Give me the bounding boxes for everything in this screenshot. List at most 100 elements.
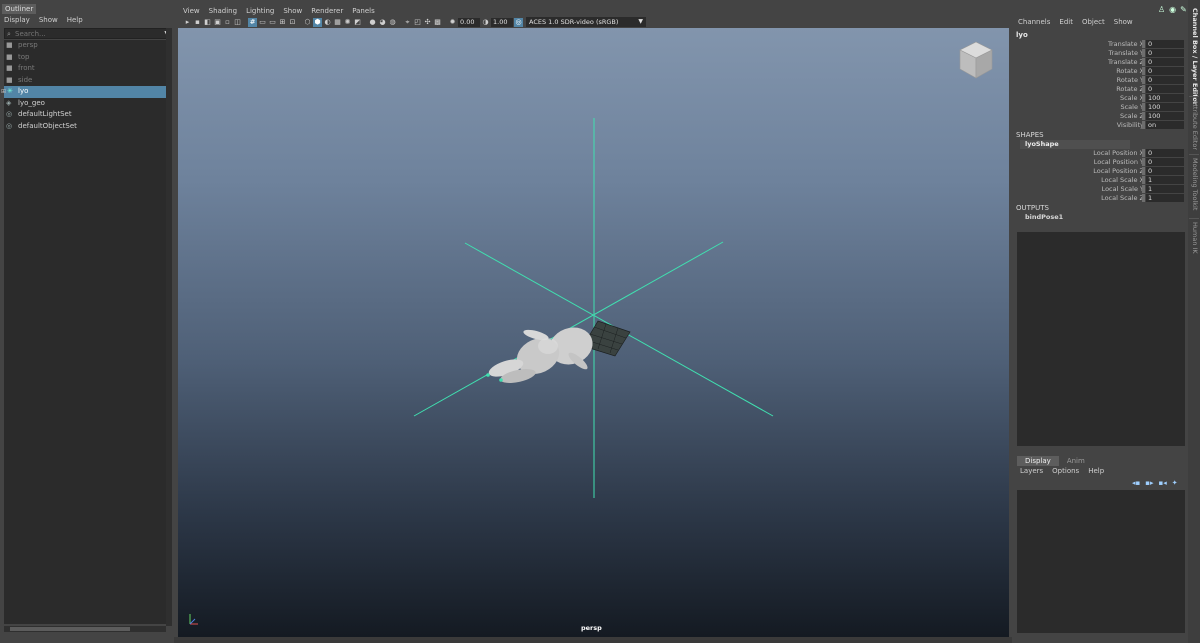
shape-node-name[interactable]: lyoShape	[1020, 140, 1130, 149]
new-layer-selected-icon[interactable]: ✦	[1172, 479, 1178, 487]
outliner-item-defaultlightset[interactable]: ◎ defaultLightSet	[4, 109, 166, 121]
attr-visibility[interactable]: Visibility on	[1012, 121, 1188, 130]
motion-blur-icon[interactable]: ◕	[378, 18, 387, 27]
attr-value[interactable]: 1	[1146, 194, 1184, 202]
tab-outliner[interactable]: Outliner	[2, 4, 36, 14]
film-gate-icon[interactable]: ▫	[223, 18, 232, 27]
exposure-icon[interactable]: ✹	[448, 18, 457, 27]
outliner-item-defaultobjectset[interactable]: ◎ defaultObjectSet	[4, 121, 166, 133]
safe-action-icon[interactable]: ▭	[258, 18, 267, 27]
move-layer-down-icon[interactable]: ▪▸	[1145, 479, 1153, 487]
attr-value[interactable]: 1	[1146, 185, 1184, 193]
attr-local-position-y[interactable]: Local Position Y0	[1012, 158, 1188, 167]
outliner-item-lyo[interactable]: ⊞ ✳ lyo	[1, 86, 166, 98]
attr-value[interactable]: 0	[1146, 149, 1184, 157]
camera-attributes-icon[interactable]: ▪	[193, 18, 202, 27]
menu-show[interactable]: Show	[283, 7, 302, 15]
color-management-icon[interactable]: ◎	[514, 17, 523, 27]
attr-value[interactable]: 0	[1146, 49, 1184, 57]
attr-value[interactable]: 100	[1146, 94, 1184, 102]
isolate-select-icon[interactable]: ⌖	[403, 18, 412, 27]
tab-human-ik[interactable]: Human IK	[1189, 222, 1199, 254]
menu-channels[interactable]: Channels	[1018, 18, 1050, 26]
edit-icon[interactable]: ✎	[1180, 5, 1187, 14]
attr-rotate-z[interactable]: Rotate Z0	[1012, 85, 1188, 94]
menu-lighting[interactable]: Lighting	[246, 7, 274, 15]
ambient-occlusion-icon[interactable]: ●	[368, 18, 377, 27]
attr-local-position-z[interactable]: Local Position Z0	[1012, 167, 1188, 176]
scrollbar-thumb[interactable]	[10, 627, 130, 631]
menu-shading[interactable]: Shading	[209, 7, 237, 15]
tab-channel-box-layer-editor[interactable]: Channel Box / Layer Editor	[1189, 8, 1199, 105]
channel-box-node-name[interactable]: lyo	[1016, 31, 1028, 39]
move-layer-up-icon[interactable]: ◂▪	[1132, 479, 1140, 487]
expand-icon[interactable]: ⊞	[1, 86, 6, 98]
attr-value[interactable]: 100	[1146, 112, 1184, 120]
attr-value[interactable]: 0	[1146, 58, 1184, 66]
attr-local-scale-x[interactable]: Local Scale X1	[1012, 176, 1188, 185]
tab-display[interactable]: Display	[1017, 456, 1059, 466]
attr-translate-z[interactable]: Translate Z0	[1012, 58, 1188, 67]
attr-scale-x[interactable]: Scale X 100	[1012, 94, 1188, 103]
select-camera-icon[interactable]: ▸	[183, 18, 192, 27]
user-icon[interactable]: ♙	[1158, 5, 1165, 14]
output-node-name[interactable]: bindPose1	[1025, 213, 1063, 221]
outliner-item-side[interactable]: ■ side	[4, 75, 166, 87]
tab-modeling-toolkit[interactable]: Modeling Toolkit	[1189, 158, 1199, 210]
outliner-item-persp[interactable]: ■ persp	[4, 40, 166, 52]
outliner-item-front[interactable]: ■ front	[4, 63, 166, 75]
tab-attribute-editor[interactable]: Attribute Editor	[1189, 100, 1199, 150]
attr-value[interactable]: 0	[1146, 85, 1184, 93]
attr-scale-z[interactable]: Scale Z 100	[1012, 112, 1188, 121]
attr-translate-x[interactable]: Translate X0	[1012, 40, 1188, 49]
outliner-vertical-scrollbar[interactable]	[166, 28, 172, 626]
wireframe-icon[interactable]: ⬡	[303, 18, 312, 27]
image-plane-icon[interactable]: ▣	[213, 18, 222, 27]
menu-display[interactable]: Display	[4, 16, 30, 24]
search-input[interactable]	[5, 29, 155, 38]
smooth-shade-icon[interactable]: ⬢	[313, 17, 322, 27]
menu-view[interactable]: View	[183, 7, 200, 15]
attr-rotate-x[interactable]: Rotate X0	[1012, 67, 1188, 76]
menu-object[interactable]: Object	[1082, 18, 1105, 26]
color-space-dropdown[interactable]: ACES 1.0 SDR-video (sRGB) ▼	[526, 17, 646, 27]
shadows-icon[interactable]: ◩	[353, 18, 362, 27]
attr-local-position-x[interactable]: Local Position X0	[1012, 149, 1188, 158]
viewcube[interactable]	[957, 40, 995, 80]
menu-help[interactable]: Help	[67, 16, 83, 24]
attr-value[interactable]: 0	[1146, 67, 1184, 75]
menu-help[interactable]: Help	[1088, 467, 1104, 475]
anti-alias-icon[interactable]: ◍	[388, 18, 397, 27]
resolution-gate-icon[interactable]: ◫	[233, 18, 242, 27]
attr-value[interactable]: 0	[1146, 40, 1184, 48]
menu-show[interactable]: Show	[39, 16, 58, 24]
xray-active-icon[interactable]: ▩	[433, 18, 442, 27]
attr-rotate-y[interactable]: Rotate Y0	[1012, 76, 1188, 85]
attr-translate-y[interactable]: Translate Y0	[1012, 49, 1188, 58]
exposure-field[interactable]: 0.00	[458, 17, 480, 27]
xray-joints-icon[interactable]: ✣	[423, 18, 432, 27]
outliner-item-top[interactable]: ■ top	[4, 52, 166, 64]
attr-value[interactable]: 0	[1146, 76, 1184, 84]
attr-local-scale-y[interactable]: Local Scale Y1	[1012, 185, 1188, 194]
xray-icon[interactable]: ◰	[413, 18, 422, 27]
lights-icon[interactable]: ✺	[343, 18, 352, 27]
grid-icon[interactable]: #	[248, 17, 257, 27]
gate-mask-icon[interactable]: ⊡	[288, 18, 297, 27]
attr-value[interactable]: 0	[1146, 158, 1184, 166]
field-chart-icon[interactable]: ⊞	[278, 18, 287, 27]
gamma-field[interactable]: 1.00	[491, 17, 513, 27]
outliner-item-lyo-geo[interactable]: ◈ lyo_geo	[4, 98, 166, 110]
bookmark-icon[interactable]: ◧	[203, 18, 212, 27]
attr-value[interactable]: on	[1146, 121, 1184, 129]
menu-show[interactable]: Show	[1114, 18, 1133, 26]
attr-value[interactable]: 100	[1146, 103, 1184, 111]
textured-icon[interactable]: ▦	[333, 18, 342, 27]
tab-anim[interactable]: Anim	[1059, 456, 1093, 466]
attr-local-scale-z[interactable]: Local Scale Z1	[1012, 194, 1188, 203]
globe-icon[interactable]: ◉	[1169, 5, 1176, 14]
outliner-horizontal-scrollbar[interactable]	[4, 626, 166, 632]
new-layer-icon[interactable]: ▪◂	[1159, 479, 1167, 487]
menu-options[interactable]: Options	[1052, 467, 1079, 475]
menu-panels[interactable]: Panels	[352, 7, 375, 15]
